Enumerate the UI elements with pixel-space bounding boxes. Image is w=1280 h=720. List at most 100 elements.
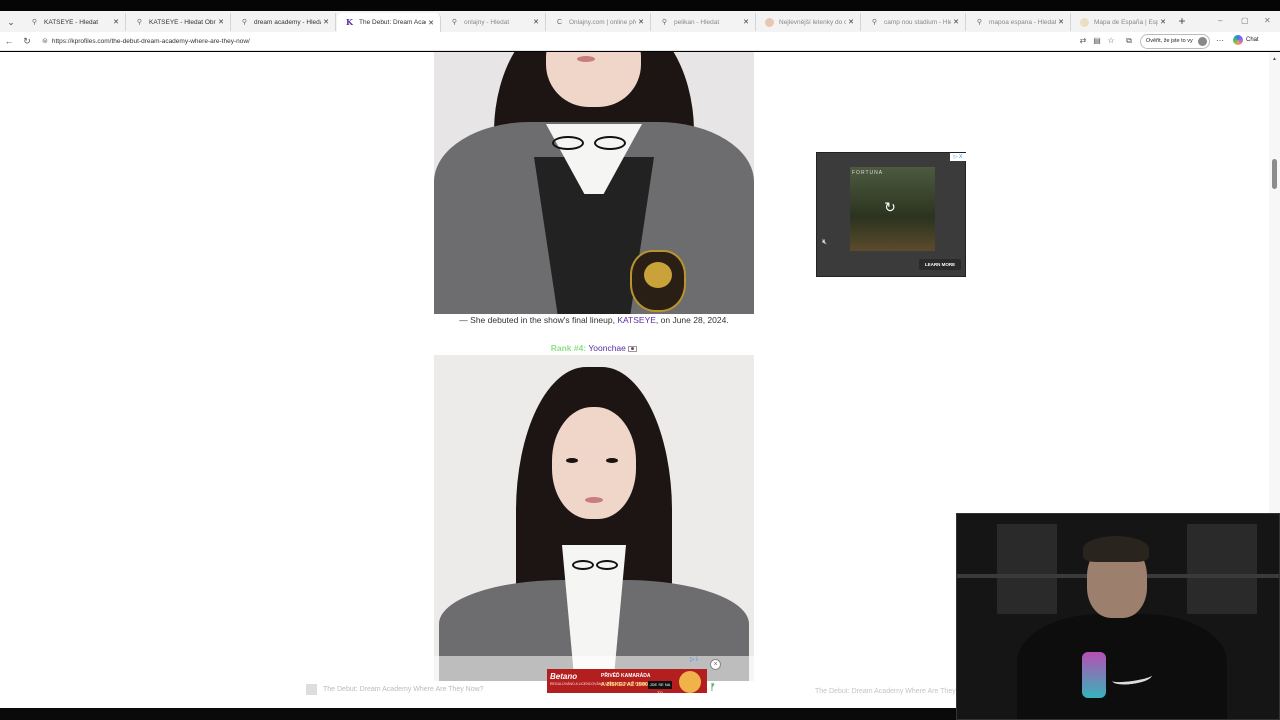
korea-flag-icon xyxy=(628,345,638,352)
tab-camp-nou-search[interactable]: ⚲ camp nou stadium - Hledat ✕ xyxy=(862,13,966,31)
tab-title: dream academy - Hledat xyxy=(254,18,321,26)
maximize-button[interactable]: ▢ xyxy=(1241,16,1249,25)
photo-bow xyxy=(596,560,618,570)
tab-dream-academy-search[interactable]: ⚲ dream academy - Hledat ✕ xyxy=(232,13,336,31)
video-ad[interactable]: ▷ X FORTUNA ↻ 🔇︎ LEARN MORE xyxy=(816,152,966,277)
tab-close-icon[interactable]: ✕ xyxy=(741,18,751,26)
site-info-icon[interactable]: ⊜ xyxy=(42,34,48,49)
tab-title: Nejlevnější letenky do celé xyxy=(779,18,846,26)
ad-network-logo-icon[interactable]: ᚠ xyxy=(710,682,715,692)
verify-identity-button[interactable]: Ověřit, že jste to vy xyxy=(1140,34,1210,49)
minimize-button[interactable]: – xyxy=(1218,16,1222,25)
close-ad-button[interactable]: × xyxy=(710,659,721,670)
tab-letenky[interactable]: Nejlevnější letenky do celé ✕ xyxy=(757,13,861,31)
member-photo-yoonchae xyxy=(434,355,754,681)
search-icon: ⚲ xyxy=(451,18,458,26)
tumbler-cup xyxy=(1082,652,1106,698)
tab-close-icon[interactable]: ✕ xyxy=(111,18,121,26)
learn-more-button[interactable]: LEARN MORE xyxy=(919,259,961,270)
search-icon: ⚲ xyxy=(31,18,38,26)
adchoices-icon[interactable]: ▷ X xyxy=(950,153,966,161)
tab-title: camp nou stadium - Hledat xyxy=(884,18,951,26)
back-button[interactable]: ← xyxy=(3,35,15,47)
photo-eye xyxy=(606,458,618,463)
copilot-chat-button[interactable]: Chat xyxy=(1233,35,1259,45)
thumbnail-icon xyxy=(306,684,317,695)
tab-katseye-images[interactable]: ⚲ KATSEYE - Hledat Obrázky ✕ xyxy=(127,13,231,31)
search-icon: ⚲ xyxy=(136,18,143,26)
caption-text: — She debuted in the show's final lineup… xyxy=(459,315,618,325)
chat-label: Chat xyxy=(1246,37,1259,43)
replay-icon[interactable]: ↻ xyxy=(881,198,899,216)
ad-headline: PŘIVĚĎ KAMARÁDA xyxy=(601,673,651,679)
katseye-link[interactable]: KATSEYE xyxy=(617,315,656,325)
translate-icon[interactable]: ⇄ xyxy=(1078,36,1088,46)
photo-eye xyxy=(566,458,578,463)
reader-icon[interactable]: ▤ xyxy=(1092,36,1102,46)
previous-post-link[interactable]: The Debut: Dream Academy Where Are They … xyxy=(306,684,484,695)
tab-title: The Debut: Dream Academy xyxy=(359,19,426,26)
new-tab-button[interactable]: + xyxy=(1176,14,1188,28)
streamer-body xyxy=(1017,614,1227,719)
background-shelf xyxy=(1187,524,1257,614)
tab-close-icon[interactable]: ✕ xyxy=(531,18,541,26)
member-name-link[interactable]: Yoonchae xyxy=(588,343,626,353)
dream-academy-crest-icon xyxy=(630,250,686,312)
scrollbar-thumb[interactable] xyxy=(1272,159,1277,189)
photo-lips xyxy=(585,497,603,503)
screen-bottom-bar xyxy=(0,708,956,720)
profile-avatar-icon xyxy=(1198,37,1207,46)
tab-close-icon[interactable]: ✕ xyxy=(321,18,331,26)
photo-bow xyxy=(572,560,594,570)
photo-caption: — She debuted in the show's final lineup… xyxy=(434,315,754,325)
tab-the-debut-active[interactable]: K The Debut: Dream Academy ✕ xyxy=(337,13,441,32)
tab-close-icon[interactable]: ✕ xyxy=(951,18,961,26)
tab-mapa-espana[interactable]: Mapa de España | España M ✕ xyxy=(1072,13,1172,31)
favorite-star-icon[interactable]: ☆ xyxy=(1106,36,1116,46)
rank-heading: Rank #4: Yoonchae xyxy=(434,343,754,353)
site-icon xyxy=(1080,17,1089,27)
tab-close-icon[interactable]: ✕ xyxy=(636,18,646,26)
verify-label: Ověřit, že jste to vy xyxy=(1146,38,1193,44)
previous-post-title: The Debut: Dream Academy Where Are They … xyxy=(323,686,484,693)
mute-icon[interactable]: 🔇︎ xyxy=(822,237,827,247)
url-text: https://kprofiles.com/the-debut-dream-ac… xyxy=(51,38,250,45)
tab-mapoa-search[interactable]: ⚲ mapoa espana - Hledat ✕ xyxy=(967,13,1071,31)
tab-close-icon[interactable]: ✕ xyxy=(1056,18,1066,26)
tab-title: KATSEYE - Hledat Obrázky xyxy=(149,18,216,26)
refresh-button[interactable]: ↻ xyxy=(21,35,33,47)
webcam-overlay xyxy=(956,513,1280,720)
photo-bow xyxy=(552,136,584,150)
tab-katseye-search[interactable]: ⚲ KATSEYE - Hledat ✕ xyxy=(22,13,126,31)
ad-cta-button[interactable]: JDE SE NA TO xyxy=(648,681,672,693)
next-post-link[interactable]: The Debut: Dream Academy Where Are They … xyxy=(815,688,976,695)
tab-title: Mapa de España | España M xyxy=(1094,18,1158,26)
copilot-icon xyxy=(1233,35,1243,45)
loading-icon: C xyxy=(556,18,563,26)
photo-bow xyxy=(594,136,626,150)
tab-close-icon[interactable]: ✕ xyxy=(1158,18,1168,26)
kprofiles-icon: K xyxy=(345,17,354,27)
address-bar[interactable]: ⊜ https://kprofiles.com/the-debut-dream-a… xyxy=(38,34,1103,49)
tab-title: mapoa espana - Hledat xyxy=(989,18,1056,26)
tab-search-button[interactable]: ⌄ xyxy=(4,15,18,29)
more-menu-icon[interactable]: ⋯ xyxy=(1215,36,1225,46)
tab-onlajny-search[interactable]: ⚲ onlajny - Hledat ✕ xyxy=(442,13,546,31)
rank-label: Rank #4: xyxy=(550,343,587,353)
tab-onlajny-site[interactable]: C Onlajny.com | online přeno ✕ xyxy=(547,13,651,31)
betano-banner-ad[interactable]: Betano REGULOVÁNO A LICENCOVÁNO MINISTER… xyxy=(547,669,707,693)
adchoices-icon[interactable]: ▷ i xyxy=(690,656,698,663)
tab-title: onlajny - Hledat xyxy=(464,18,510,26)
search-icon: ⚲ xyxy=(976,18,983,26)
tab-close-icon[interactable]: ✕ xyxy=(846,18,856,26)
member-photo-previous xyxy=(434,52,754,314)
close-window-button[interactable]: ✕ xyxy=(1264,16,1271,25)
tab-title: Onlajny.com | online přeno xyxy=(569,18,636,26)
tab-close-icon[interactable]: ✕ xyxy=(426,19,436,27)
tab-pelikan-search[interactable]: ⚲ pelikan - Hledat ✕ xyxy=(652,13,756,31)
scroll-up-icon[interactable]: ▲ xyxy=(1272,56,1277,62)
tab-strip: ⌄ ⚲ KATSEYE - Hledat ✕ ⚲ KATSEYE - Hleda… xyxy=(0,0,1280,32)
collections-icon[interactable]: ⧉ xyxy=(1124,36,1134,46)
tab-close-icon[interactable]: ✕ xyxy=(216,18,226,26)
tab-title: pelikan - Hledat xyxy=(674,18,720,26)
